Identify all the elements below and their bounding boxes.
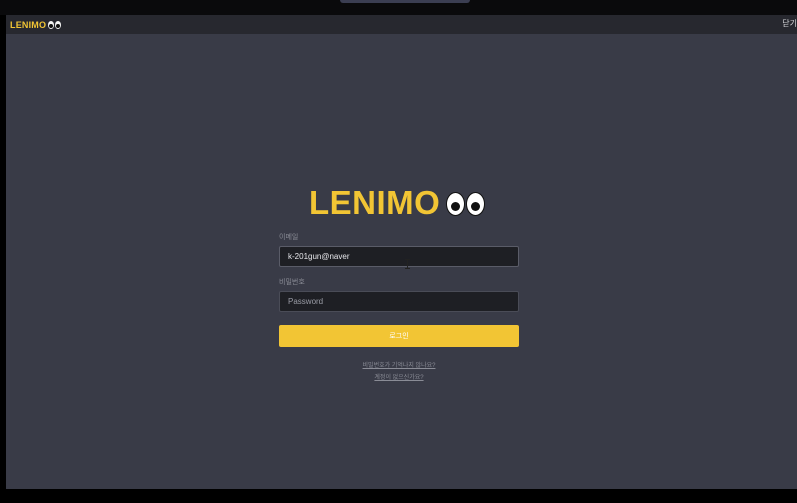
eye-left-icon xyxy=(446,192,466,216)
bottom-strip xyxy=(0,489,797,503)
eye-right-icon xyxy=(55,20,62,29)
password-label: 비밀번호 xyxy=(279,279,305,286)
text-cursor-icon xyxy=(404,259,412,269)
eyes-icon xyxy=(48,20,62,29)
eye-left-icon xyxy=(48,20,55,29)
email-field[interactable] xyxy=(279,246,519,267)
topbar-logo[interactable]: LENIMO xyxy=(10,18,62,31)
topbar-logo-text: LENIMO xyxy=(10,19,47,30)
topbar: LENIMO 닫기 xyxy=(6,15,797,34)
eyes-icon xyxy=(446,192,486,216)
eye-right-icon xyxy=(466,192,486,216)
screen: LENIMO 닫기 LENIMO 이메일 비밀번호 로그인 비밀번호가 기억나지… xyxy=(0,0,797,503)
email-label: 이메일 xyxy=(279,234,299,241)
hero-logo: LENIMO xyxy=(309,184,486,221)
hero-logo-text: LENIMO xyxy=(309,184,441,221)
close-button[interactable]: 닫기 xyxy=(782,18,797,29)
forgot-password-link[interactable]: 비밀번호가 기억나지 않나요? xyxy=(279,360,519,369)
password-field[interactable] xyxy=(279,291,519,312)
top-indicator xyxy=(340,0,470,3)
login-button[interactable]: 로그인 xyxy=(279,325,519,347)
browser-top-strip xyxy=(0,0,797,15)
signup-link[interactable]: 계정이 없으신가요? xyxy=(279,372,519,381)
